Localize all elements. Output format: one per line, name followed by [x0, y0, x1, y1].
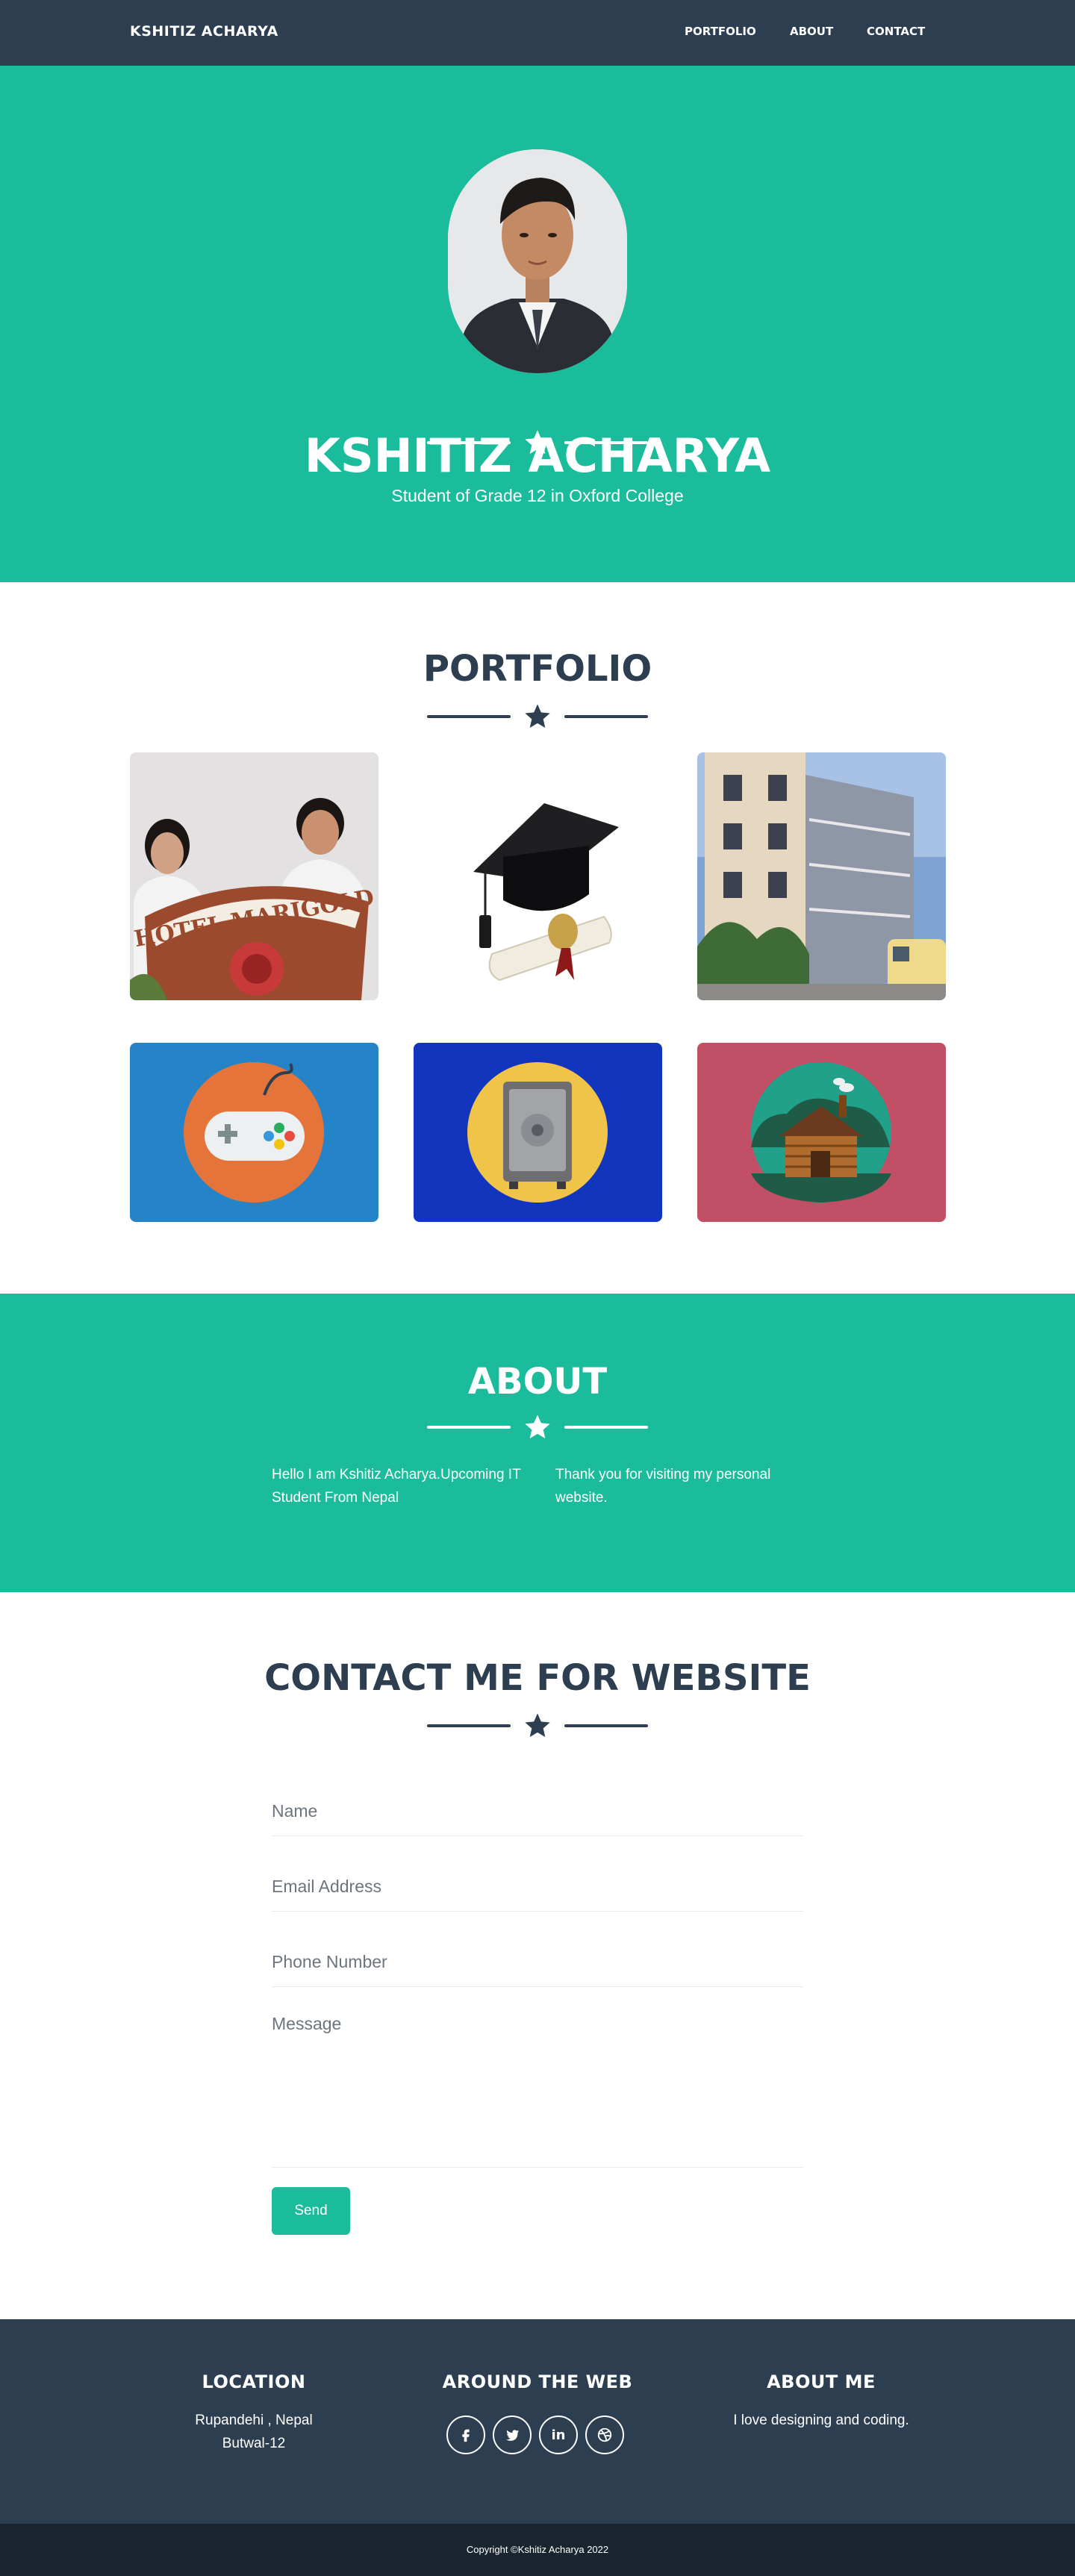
footer-location-line2: Butwal-12	[222, 2436, 286, 2451]
send-button[interactable]: Send	[272, 2187, 350, 2235]
message-input[interactable]	[272, 2014, 803, 2167]
footer-web-heading: AROUND THE WEB	[442, 2371, 633, 2392]
portfolio-item-graduation[interactable]	[414, 752, 662, 1000]
footer-about-text: I love designing and coding.	[733, 2413, 909, 2428]
twitter-icon	[505, 2430, 520, 2441]
linkedin-button[interactable]: in	[539, 2416, 578, 2454]
log-cabin	[697, 1043, 946, 1222]
email-field-wrapper	[272, 1859, 803, 1912]
portfolio-item-speech[interactable]: HOTEL MARIGOLD	[130, 752, 378, 1000]
portfolio-item-building[interactable]	[697, 752, 946, 1000]
nav-link-portfolio[interactable]: PORTFOLIO	[685, 25, 756, 38]
portfolio-divider	[427, 702, 648, 732]
divider-line	[427, 715, 511, 718]
star-icon	[525, 1713, 550, 1737]
about-text-left: Hello I am Kshitiz Acharya.Upcoming IT S…	[272, 1467, 521, 1506]
footer-location-line1: Rupandehi , Nepal	[195, 2413, 313, 2428]
nav-link-contact[interactable]: CONTACT	[867, 25, 925, 38]
masthead-divider	[427, 428, 648, 458]
contact-divider	[427, 1711, 648, 1741]
facebook-icon	[462, 2429, 470, 2442]
graduation-cap-diploma	[414, 752, 662, 1000]
game-controller	[130, 1043, 378, 1222]
about-section: ABOUT Hello I am Kshitiz Acharya.Upcomin…	[0, 1294, 1075, 1592]
divider-line	[564, 441, 648, 444]
twitter-button[interactable]	[493, 2416, 532, 2454]
divider-line	[427, 1724, 511, 1727]
navbar: KSHITIZ ACHARYA PORTFOLIO ABOUT CONTACT	[0, 0, 1075, 66]
facebook-button[interactable]	[446, 2416, 485, 2454]
email-input[interactable]	[272, 1859, 803, 1911]
linkedin-icon: in	[551, 2427, 566, 2443]
brand-link[interactable]: KSHITIZ ACHARYA	[130, 23, 278, 40]
footer-location-heading: LOCATION	[202, 2371, 306, 2392]
star-icon	[525, 1415, 550, 1438]
divider-line	[564, 1724, 648, 1727]
name-field-wrapper	[272, 1784, 803, 1836]
star-icon	[525, 704, 550, 728]
footer-location: LOCATION Rupandehi , Nepal Butwal-12	[105, 2371, 403, 2455]
about-text-right: Thank you for visiting my personal websi…	[555, 1467, 771, 1506]
college-building-photo	[697, 752, 946, 1000]
divider-line	[564, 715, 648, 718]
portfolio-item-safe[interactable]	[414, 1043, 662, 1222]
nav-link-about[interactable]: ABOUT	[790, 25, 833, 38]
copyright-bar: Copyright ©Kshitiz Acharya 2022	[0, 2524, 1075, 2576]
safe	[414, 1043, 662, 1222]
footer-around-web: AROUND THE WEB	[388, 2371, 687, 2409]
about-title: ABOUT	[467, 1361, 608, 1403]
portfolio-item-cabin[interactable]	[697, 1043, 946, 1222]
divider-line	[427, 1426, 511, 1429]
footer-about-heading: ABOUT ME	[767, 2371, 876, 2392]
footer-about-me: ABOUT ME I love designing and coding.	[672, 2371, 970, 2432]
social-links: in	[446, 2416, 633, 2457]
portfolio-title: PORTFOLIO	[423, 648, 652, 690]
star-icon	[525, 430, 550, 454]
about-divider	[427, 1412, 648, 1442]
phone-input[interactable]	[272, 1935, 803, 1986]
name-input[interactable]	[272, 1784, 803, 1836]
school-speech-photo: HOTEL MARIGOLD	[130, 752, 378, 1000]
divider-line	[427, 441, 511, 444]
dribbble-icon	[597, 2427, 612, 2442]
masthead: KSHITIZ ACHARYA Student of Grade 12 in O…	[0, 66, 1075, 582]
dribbble-button[interactable]	[585, 2416, 624, 2454]
copyright-text: Copyright ©Kshitiz Acharya 2022	[466, 2544, 609, 2555]
masthead-subtitle: Student of Grade 12 in Oxford College	[391, 486, 684, 505]
avatar	[448, 149, 627, 373]
divider-line	[564, 1426, 648, 1429]
portfolio-item-game[interactable]	[130, 1043, 378, 1222]
contact-title: CONTACT ME FOR WEBSITE	[264, 1657, 811, 1699]
message-field-wrapper	[272, 2014, 803, 2168]
profile-photo	[448, 149, 627, 373]
phone-field-wrapper	[272, 1935, 803, 1987]
